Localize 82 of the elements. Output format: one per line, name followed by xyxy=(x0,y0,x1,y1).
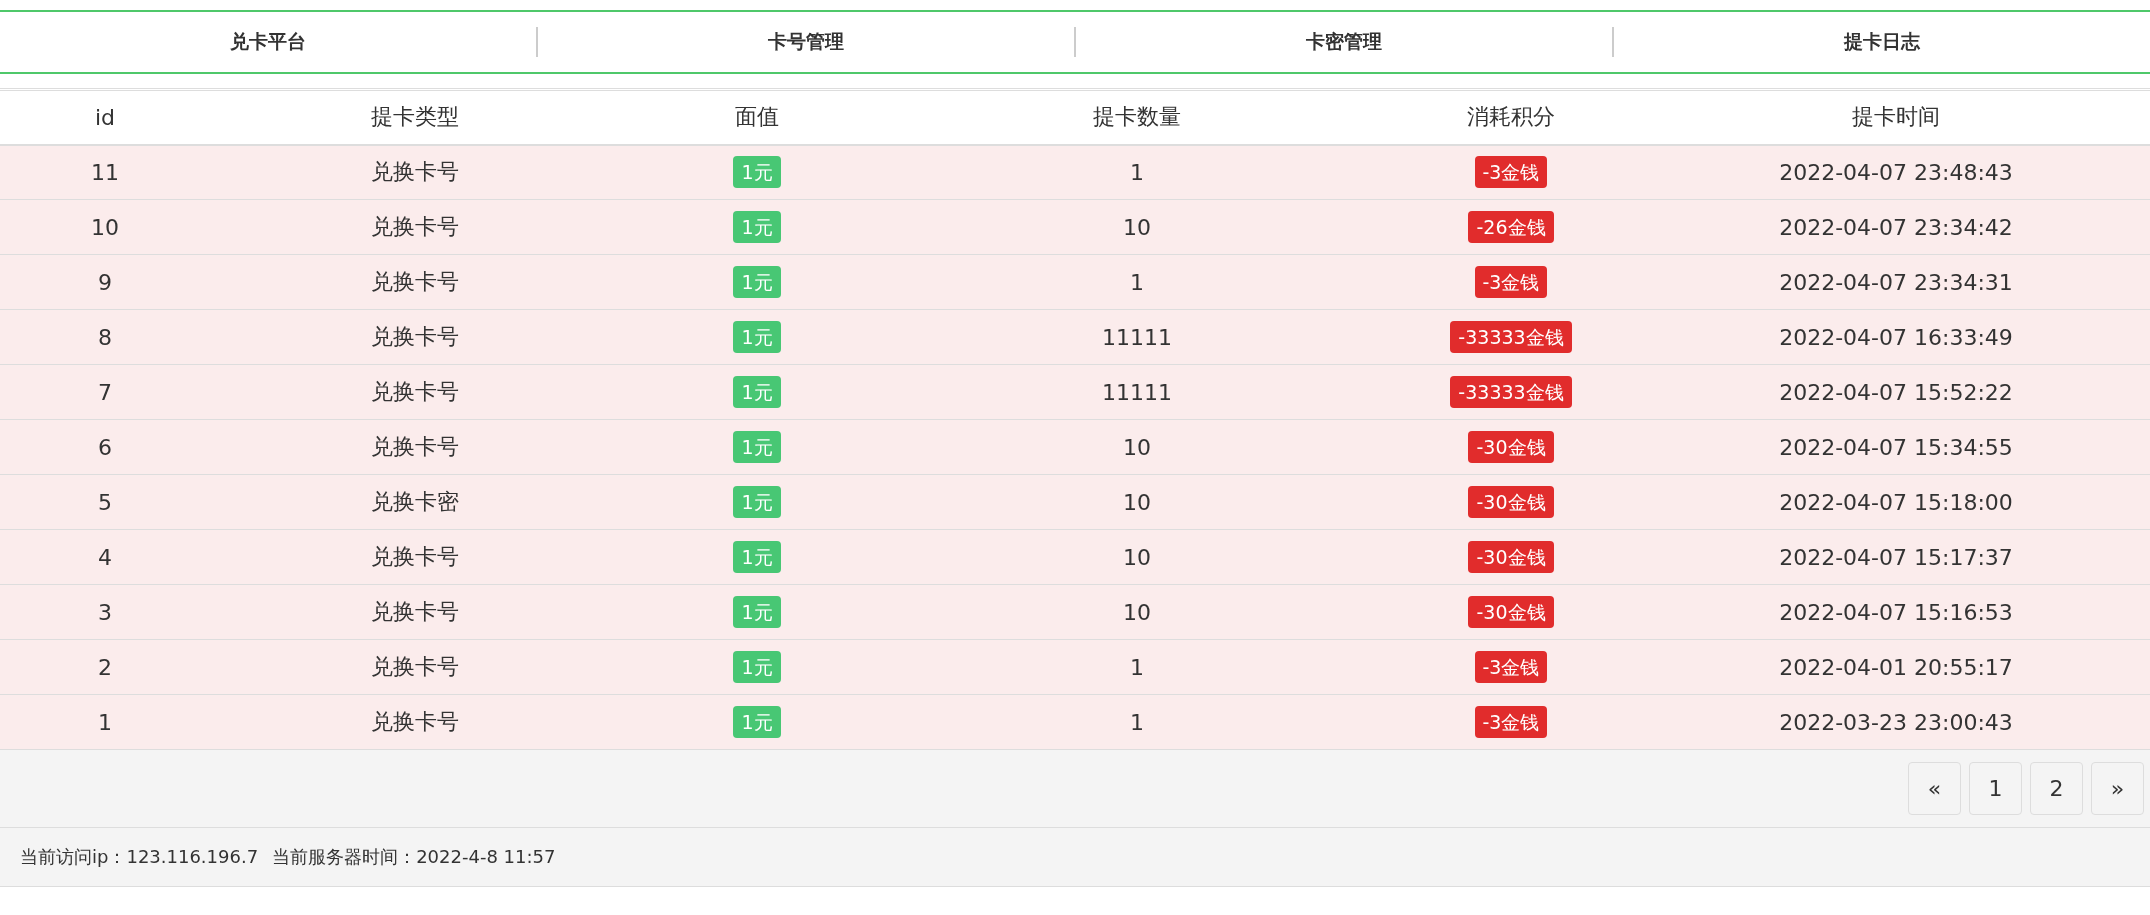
page-button[interactable]: « xyxy=(1908,762,1961,815)
visitor-ip-text: 当前访问ip：123.116.196.7 xyxy=(20,845,259,869)
table-cell: 兑换卡密 xyxy=(210,474,620,530)
value-badge: 1元 xyxy=(733,376,781,408)
table-cell: 8 xyxy=(0,309,210,365)
table-cell: 10 xyxy=(894,584,1380,640)
value-badge: 1元 xyxy=(733,321,781,353)
table-cell: 2022-04-07 15:52:22 xyxy=(1642,364,2150,420)
table-cell: 兑换卡号 xyxy=(210,144,620,200)
table-cell: 10 xyxy=(0,199,210,255)
table-cell: 1 xyxy=(894,694,1380,750)
table-cell: 11111 xyxy=(894,364,1380,420)
value-badge: 1元 xyxy=(733,156,781,189)
table-cell: 2022-04-07 16:33:49 xyxy=(1642,309,2150,365)
table-cell: 兑换卡号 xyxy=(210,584,620,640)
table-cell: 10 xyxy=(894,419,1380,475)
table-cell: 10 xyxy=(894,199,1380,255)
table-cell: 6 xyxy=(0,419,210,475)
table-cell: 3 xyxy=(0,584,210,640)
server-time-text: 当前服务器时间：2022-4-8 11:57 xyxy=(272,845,556,869)
table-cell: 2022-04-07 23:48:43 xyxy=(1642,144,2150,200)
value-badge: 1元 xyxy=(733,211,781,243)
column-header: 面值 xyxy=(620,89,894,145)
cost-badge: -3金钱 xyxy=(1474,266,1548,298)
nav-link[interactable]: 卡密管理 xyxy=(1306,29,1382,55)
table-cell: 兑换卡号 xyxy=(210,694,620,750)
cost-badge: -30金钱 xyxy=(1468,541,1554,573)
nav-link[interactable]: 卡号管理 xyxy=(768,29,844,55)
table-cell: 兑换卡号 xyxy=(210,254,620,310)
table-cell: 11111 xyxy=(894,309,1380,365)
table-cell: 兑换卡号 xyxy=(210,529,620,585)
table-cell: 4 xyxy=(0,529,210,585)
cost-badge: -33333金钱 xyxy=(1450,376,1572,408)
column-header: 提卡类型 xyxy=(210,89,620,145)
column-header: 提卡数量 xyxy=(894,89,1380,145)
table-cell: 2022-04-07 15:16:53 xyxy=(1642,584,2150,640)
page-button[interactable]: » xyxy=(2091,762,2144,815)
value-badge: 1元 xyxy=(733,706,781,738)
value-badge: 1元 xyxy=(733,651,781,683)
table-cell: 10 xyxy=(894,474,1380,530)
table-cell: 9 xyxy=(0,254,210,310)
cost-badge: -30金钱 xyxy=(1468,596,1554,628)
cost-badge: -3金钱 xyxy=(1474,651,1548,683)
cost-badge: -30金钱 xyxy=(1468,431,1554,463)
column-header: 提卡时间 xyxy=(1642,89,2150,145)
table-cell: 1 xyxy=(894,254,1380,310)
table-cell: 10 xyxy=(894,529,1380,585)
value-badge: 1元 xyxy=(733,596,781,628)
value-badge: 1元 xyxy=(733,431,781,463)
table-cell: 兑换卡号 xyxy=(210,309,620,365)
table-cell: 11 xyxy=(0,144,210,200)
cost-badge: -26金钱 xyxy=(1468,211,1554,243)
page-button[interactable]: 1 xyxy=(1969,762,2022,815)
table-cell: 兑换卡号 xyxy=(210,199,620,255)
table-cell: 2022-04-07 15:18:00 xyxy=(1642,474,2150,530)
column-header: id xyxy=(0,89,210,145)
table-cell: 1 xyxy=(894,639,1380,695)
table-cell: 兑换卡号 xyxy=(210,419,620,475)
cost-badge: -3金钱 xyxy=(1474,156,1548,189)
table-cell: 2022-04-07 15:34:55 xyxy=(1642,419,2150,475)
column-header: 消耗积分 xyxy=(1380,89,1642,145)
table-cell: 1 xyxy=(894,144,1380,200)
table-cell: 兑换卡号 xyxy=(210,364,620,420)
table-cell: 2022-04-07 23:34:42 xyxy=(1642,199,2150,255)
page-button[interactable]: 2 xyxy=(2030,762,2083,815)
value-badge: 1元 xyxy=(733,266,781,298)
nav-link[interactable]: 提卡日志 xyxy=(1844,29,1920,55)
table-cell: 7 xyxy=(0,364,210,420)
table-cell: 兑换卡号 xyxy=(210,639,620,695)
cost-badge: -33333金钱 xyxy=(1450,321,1572,353)
nav-link[interactable]: 兑卡平台 xyxy=(230,29,306,55)
table-cell: 2 xyxy=(0,639,210,695)
cost-badge: -3金钱 xyxy=(1474,706,1548,738)
table-cell: 2022-03-23 23:00:43 xyxy=(1642,694,2150,750)
table-cell: 5 xyxy=(0,474,210,530)
table-cell: 2022-04-07 23:34:31 xyxy=(1642,254,2150,310)
table-cell: 2022-04-07 15:17:37 xyxy=(1642,529,2150,585)
cost-badge: -30金钱 xyxy=(1468,486,1554,518)
value-badge: 1元 xyxy=(733,541,781,573)
value-badge: 1元 xyxy=(733,486,781,518)
table-cell: 1 xyxy=(0,694,210,750)
table-cell: 2022-04-01 20:55:17 xyxy=(1642,639,2150,695)
